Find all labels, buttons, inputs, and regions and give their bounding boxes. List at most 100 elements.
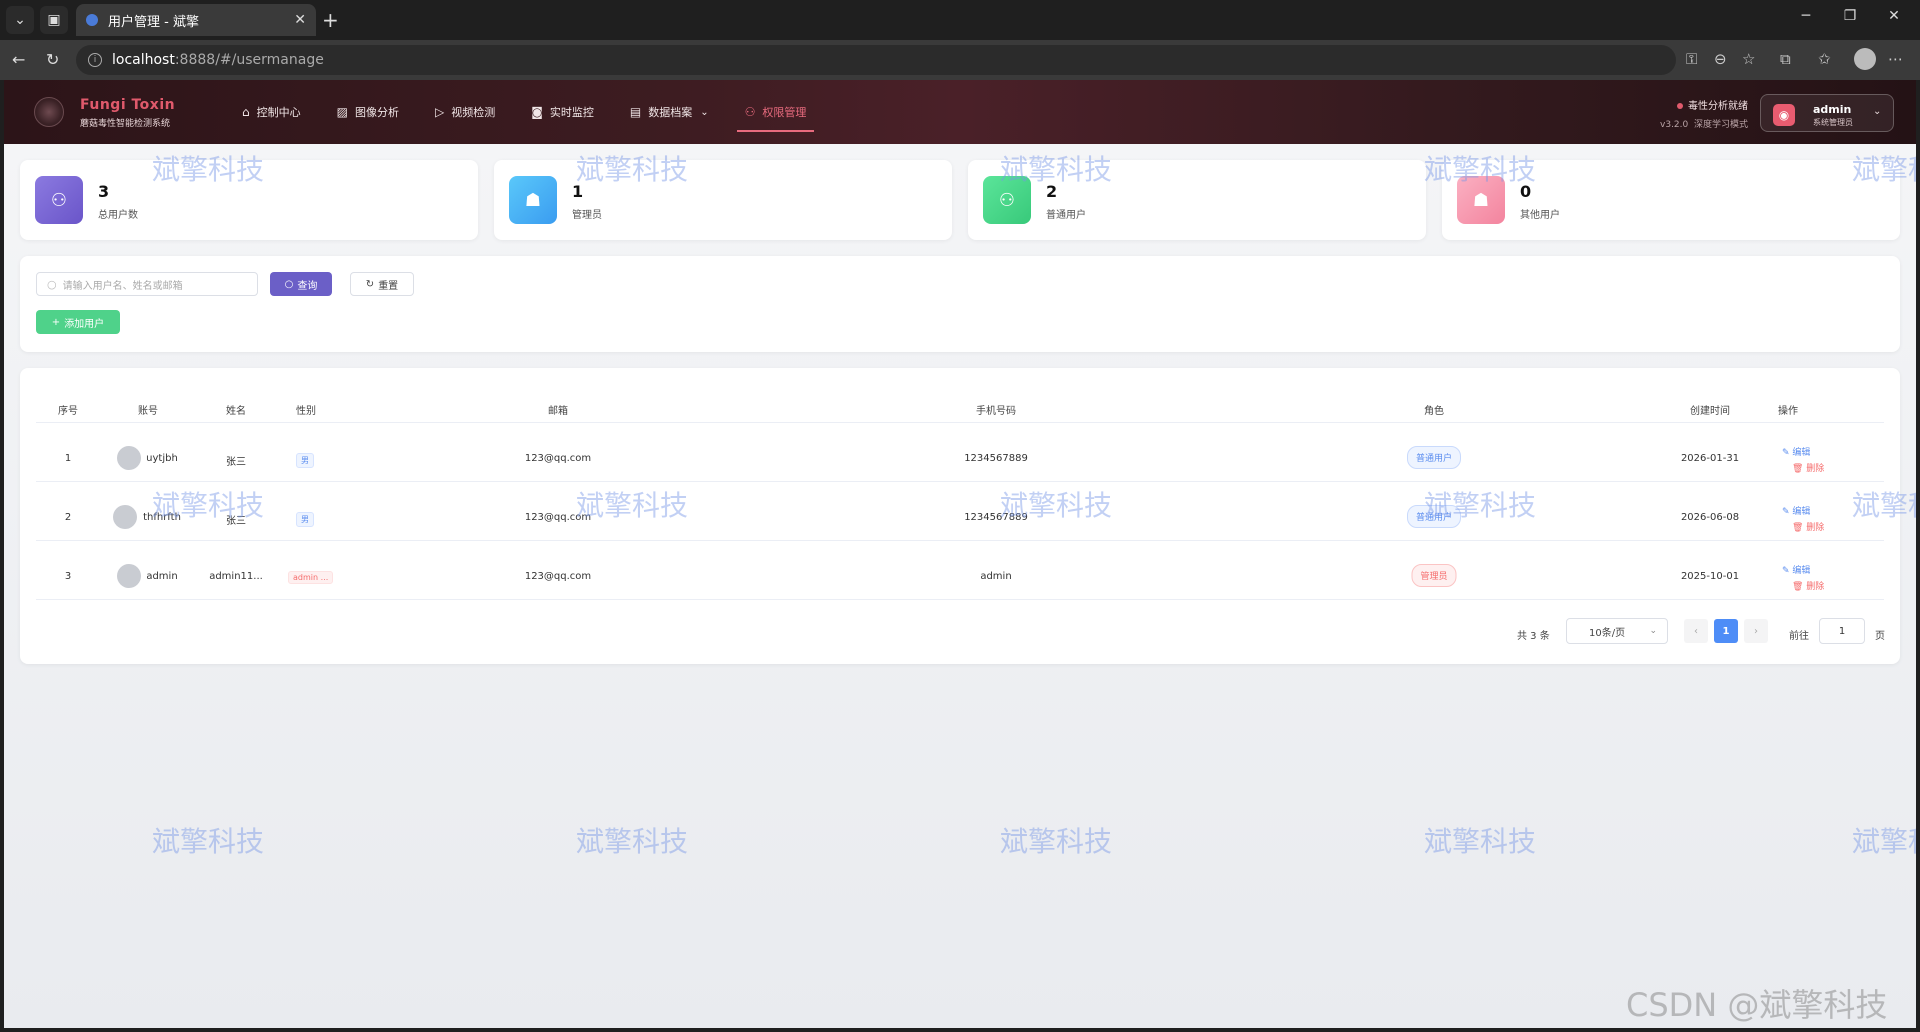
- prev-page-button[interactable]: ‹: [1684, 619, 1708, 643]
- search-input[interactable]: ○ 请输入用户名、姓名或邮箱: [36, 272, 258, 296]
- edit-button[interactable]: ✎ 编辑: [1782, 445, 1810, 458]
- nav-video-detection[interactable]: ▷ 视频检测: [417, 80, 513, 144]
- back-icon[interactable]: ←: [12, 50, 25, 69]
- browser-profile-avatar[interactable]: [1854, 48, 1876, 70]
- window-close-button[interactable]: ✕: [1874, 8, 1914, 24]
- goto-page-input[interactable]: 1: [1819, 618, 1865, 644]
- cell-name: 张三: [226, 457, 246, 468]
- more-menu-icon[interactable]: ⋯: [1888, 50, 1903, 68]
- status-text: 毒性分析就绪: [1688, 101, 1748, 112]
- restore-button[interactable]: ❐: [1830, 8, 1870, 24]
- cell-email: 123@qq.com: [524, 453, 592, 464]
- cell-created: 2025-10-01: [1680, 571, 1740, 582]
- next-page-button[interactable]: ›: [1744, 619, 1768, 643]
- camera-icon: ◙: [531, 105, 543, 119]
- stat-value: 3: [98, 182, 110, 201]
- tab-close-icon[interactable]: ✕: [294, 12, 306, 28]
- delete-label: 删除: [1806, 523, 1825, 533]
- search-icon: ○: [47, 277, 57, 291]
- user-icon: ⚇: [744, 105, 756, 119]
- chevron-right-icon: ›: [1754, 625, 1758, 637]
- tab-favicon-icon: [86, 14, 98, 26]
- tab-list-button[interactable]: ⌄: [6, 6, 34, 34]
- reload-icon[interactable]: ↻: [46, 50, 59, 69]
- edit-label: 编辑: [1792, 448, 1811, 458]
- zoom-icon[interactable]: ⊖: [1714, 50, 1727, 68]
- role-badge: 普通用户: [1406, 446, 1462, 469]
- pagination-total: 共 3 条: [1517, 631, 1550, 642]
- tab-title: 用户管理 - 斌擎: [108, 14, 199, 30]
- cell-index: 1: [64, 453, 72, 464]
- page-size-select[interactable]: 10条/页 ⌄: [1566, 618, 1668, 644]
- cell-index: 2: [64, 512, 72, 523]
- add-user-button[interactable]: + 添加用户: [36, 310, 120, 334]
- role-badge: 管理员: [1411, 564, 1457, 587]
- search-placeholder: 请输入用户名、姓名或邮箱: [62, 280, 183, 292]
- other-user-icon: ☗: [1457, 176, 1505, 224]
- minimize-button[interactable]: ─: [1786, 8, 1826, 24]
- main-content: ⚇ 3 总用户数 ☗ 1 管理员 ⚇ 2 普通用户 ☗ 0 其他用户 ○ 请输入…: [4, 144, 1916, 1028]
- nav-label: 权限管理: [762, 106, 807, 119]
- nav-control-center[interactable]: ⌂ 控制中心: [224, 80, 319, 144]
- edit-button[interactable]: ✎ 编辑: [1782, 563, 1810, 576]
- window-frame-left: [0, 80, 4, 1032]
- nav-label: 数据档案: [648, 106, 693, 119]
- avatar: [113, 505, 137, 529]
- address-bar[interactable]: i localhost:8888/#/usermanage: [76, 45, 1676, 75]
- watermark-text: 斌擎科技: [576, 825, 689, 858]
- table-divider: [36, 540, 1884, 541]
- delete-button[interactable]: 🗑 删除: [1792, 579, 1824, 592]
- password-key-icon[interactable]: ⚿: [1686, 50, 1697, 68]
- column-header-account: 账号: [138, 406, 158, 417]
- column-header-name: 姓名: [226, 406, 246, 417]
- stat-value: 1: [572, 182, 584, 201]
- cell-created: 2026-01-31: [1680, 453, 1740, 464]
- workspaces-button[interactable]: ▣: [40, 6, 68, 34]
- gender-tag: 男: [296, 512, 314, 527]
- new-tab-button[interactable]: +: [322, 8, 339, 32]
- delete-button[interactable]: 🗑 删除: [1792, 520, 1824, 533]
- version-text: v3.2.0: [1660, 120, 1689, 130]
- reset-button[interactable]: ↻ 重置: [350, 272, 414, 296]
- delete-label: 删除: [1806, 464, 1825, 474]
- add-label: 添加用户: [64, 318, 105, 330]
- watermark-text: 斌擎科技: [1424, 825, 1537, 858]
- nav-label: 实时监控: [549, 106, 594, 119]
- user-menu[interactable]: ◉ admin 系统管理员 ⌄: [1760, 94, 1894, 132]
- site-info-icon[interactable]: i: [88, 53, 102, 67]
- watermark-text: 斌擎科技: [152, 825, 265, 858]
- cell-account: uytjbh: [146, 453, 178, 464]
- query-button[interactable]: ○ 查询: [270, 272, 332, 296]
- trash-icon: 🗑: [1792, 523, 1807, 533]
- stat-card-admin: ☗ 1 管理员: [494, 160, 952, 240]
- delete-button[interactable]: 🗑 删除: [1792, 461, 1824, 474]
- favorites-icon[interactable]: ✩: [1818, 50, 1831, 68]
- edit-icon: ✎: [1782, 566, 1793, 576]
- page-number-current[interactable]: 1: [1714, 619, 1738, 643]
- nav-data-archive[interactable]: ▤ 数据档案 ⌄: [612, 80, 727, 144]
- cell-name: admin11...: [209, 571, 263, 582]
- edit-icon: ✎: [1782, 448, 1793, 458]
- page-unit-label: 页: [1875, 631, 1885, 642]
- system-status: 毒性分析就绪 v3.2.0 深度学习模式: [1648, 97, 1748, 130]
- role-badge: 普通用户: [1406, 505, 1462, 528]
- document-icon: ▤: [629, 105, 642, 119]
- column-header-role: 角色: [1424, 406, 1444, 417]
- edit-button[interactable]: ✎ 编辑: [1782, 504, 1810, 517]
- bookmark-star-icon[interactable]: ☆: [1742, 50, 1755, 68]
- nav-permission-management[interactable]: ⚇ 权限管理: [727, 80, 825, 144]
- gender-tag: admin ...: [288, 571, 334, 584]
- column-header-phone: 手机号码: [976, 406, 1016, 417]
- csdn-watermark: CSDN @斌擎科技: [1626, 986, 1888, 1024]
- cell-name: 张三: [226, 516, 246, 527]
- stat-label: 其他用户: [1520, 210, 1560, 221]
- window-frame-bottom: [0, 1028, 1920, 1032]
- nav-label: 图像分析: [354, 106, 399, 119]
- nav-realtime-monitor[interactable]: ◙ 实时监控: [513, 80, 612, 144]
- browser-tab[interactable]: 用户管理 - 斌擎 ✕: [76, 4, 316, 36]
- search-icon: ○: [284, 278, 294, 290]
- nav-image-analysis[interactable]: ▨ 图像分析: [319, 80, 417, 144]
- stat-value: 0: [1520, 182, 1532, 201]
- normal-user-icon: ⚇: [983, 176, 1031, 224]
- extensions-icon[interactable]: ⧉: [1780, 50, 1791, 68]
